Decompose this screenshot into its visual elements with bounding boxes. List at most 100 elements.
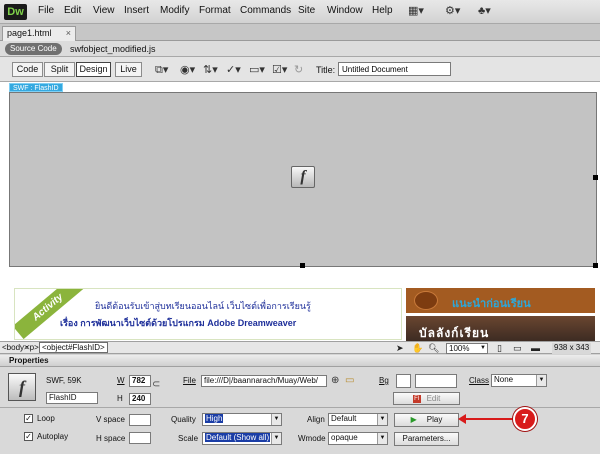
hspace-label: H space <box>96 434 126 443</box>
autoplay-checkbox[interactable]: ✓ <box>24 432 33 441</box>
vspace-label: V space <box>96 415 125 424</box>
resize-handle-right[interactable] <box>593 175 598 180</box>
loop-checkbox[interactable]: ✓ <box>24 414 33 423</box>
design-view-button[interactable]: Design <box>76 62 111 77</box>
menu-view[interactable]: View <box>93 5 115 16</box>
scale-select[interactable]: Default (Show all) ▼ <box>202 432 282 445</box>
quality-select[interactable]: High ▼ <box>202 413 282 426</box>
site-icon[interactable]: ♣▾ <box>478 4 491 17</box>
zoom-tool-icon[interactable]: 🔍︎ <box>428 343 439 354</box>
swf-type-label: SWF, 59K <box>46 376 82 385</box>
constrain-proportions-icon[interactable]: ⊂ <box>152 379 160 390</box>
menu-file[interactable]: File <box>38 5 54 16</box>
loop-label: Loop <box>37 414 55 423</box>
menu-edit[interactable]: Edit <box>64 5 81 16</box>
zoom-select[interactable]: 100% ▼ <box>446 343 488 354</box>
document-tab[interactable]: page1.html × <box>2 26 76 41</box>
chevron-down-icon: ▼ <box>536 375 546 386</box>
tag-selector-p[interactable]: <p> <box>25 343 39 353</box>
menu-commands[interactable]: Commands <box>240 5 291 16</box>
file-management-icon[interactable]: ⇅▾ <box>203 63 218 76</box>
validate-icon[interactable]: ☑▾ <box>272 63 287 76</box>
callout-line <box>461 418 513 420</box>
mobile-size-icon[interactable]: ▯ <box>497 343 502 354</box>
play-label: Play <box>426 415 443 424</box>
class-label: Class <box>469 376 490 385</box>
related-files-bar: Source Code swfobject_modified.js <box>0 41 600 57</box>
width-field[interactable]: 782 <box>129 375 151 387</box>
class-value: None <box>494 375 514 384</box>
wmode-value: opaque <box>331 433 358 442</box>
swf-tag-label[interactable]: SWF : FlashID <box>9 83 63 92</box>
properties-header[interactable]: Properties <box>0 355 600 367</box>
align-value: Default <box>331 414 357 423</box>
wmode-select[interactable]: opaque ▼ <box>328 432 388 445</box>
check-browser-icon[interactable]: ✓▾ <box>226 63 241 76</box>
align-label: Align <box>307 415 325 424</box>
related-file-link[interactable]: swfobject_modified.js <box>70 43 156 55</box>
scale-label: Scale <box>178 434 199 443</box>
select-tool-icon[interactable]: ➤ <box>396 343 404 354</box>
bg-label: Bg <box>379 376 389 385</box>
menu-format[interactable]: Format <box>199 5 231 16</box>
chevron-down-icon: ▼ <box>271 414 281 425</box>
quality-label: Quality <box>171 415 196 424</box>
window-size-readout[interactable]: 938 x 343 <box>552 343 592 354</box>
file-label: File <box>183 376 196 385</box>
gear-icon[interactable]: ⚙▾ <box>445 4 460 17</box>
edit-button[interactable]: Fl Edit <box>393 392 460 405</box>
bg-color-field[interactable] <box>415 374 457 388</box>
point-to-file-icon[interactable]: ⊕ <box>331 375 339 386</box>
desktop-size-icon[interactable]: ▬ <box>531 343 540 353</box>
browse-folder-icon[interactable]: ▭ <box>345 375 354 386</box>
chevron-down-icon: ▼ <box>377 414 387 425</box>
properties-divider <box>0 407 600 408</box>
file-path-field[interactable]: file:///D|/baannarach/Muay/Web/ <box>201 375 327 387</box>
multiscreen-icon[interactable]: ⧉▾ <box>155 63 168 77</box>
layout-icon[interactable]: ▦▾ <box>408 4 424 17</box>
chevron-down-icon: ▼ <box>480 345 486 351</box>
play-icon: ▶ <box>410 415 417 424</box>
preview-browser-icon[interactable]: ◉▾ <box>180 63 195 76</box>
source-code-button[interactable]: Source Code <box>5 43 62 55</box>
tablet-size-icon[interactable]: ▭ <box>513 343 522 354</box>
scale-value: Default (Show all) <box>205 433 271 442</box>
menu-insert[interactable]: Insert <box>124 5 149 16</box>
page-title-input[interactable] <box>338 62 451 76</box>
align-select[interactable]: Default ▼ <box>328 413 388 426</box>
bg-color-swatch[interactable] <box>396 374 411 388</box>
hand-tool-icon[interactable]: ✋ <box>412 343 423 354</box>
refresh-icon[interactable]: ↻ <box>294 63 303 76</box>
welcome-banner: Activity ยินดีต้อนรับเข้าสู่บทเรียนออนไล… <box>14 288 402 340</box>
parameters-button[interactable]: Parameters... <box>394 432 459 446</box>
chevron-down-icon: ▼ <box>377 433 387 444</box>
menu-site[interactable]: Site <box>298 5 315 16</box>
class-select[interactable]: None ▼ <box>491 374 547 387</box>
menu-help[interactable]: Help <box>372 5 393 16</box>
menu-modify[interactable]: Modify <box>160 5 189 16</box>
status-bar: <body> <p> <object#FlashID> ➤ ✋ 🔍︎ 100% … <box>0 341 600 354</box>
menu-window[interactable]: Window <box>327 5 363 16</box>
live-view-button[interactable]: Live <box>115 62 142 77</box>
intro-image: แนะนำก่อนเรียน <box>406 288 595 313</box>
code-view-button[interactable]: Code <box>12 62 43 77</box>
split-view-button[interactable]: Split <box>44 62 75 77</box>
vspace-field[interactable] <box>129 414 151 426</box>
tag-selector-object[interactable]: <object#FlashID> <box>39 342 108 353</box>
resize-handle-bottom[interactable] <box>300 263 305 268</box>
quality-value: High <box>205 414 224 423</box>
close-icon[interactable]: × <box>66 27 71 40</box>
document-tab-bar: page1.html × <box>0 24 600 41</box>
document-tab-title: page1.html <box>7 28 52 38</box>
play-button[interactable]: ▶ Play <box>394 413 459 427</box>
lesson-image: บัลลังก์เรียน <box>406 316 595 342</box>
visual-aids-icon[interactable]: ▭▾ <box>249 63 265 76</box>
flash-id-field[interactable]: FlashID <box>46 392 98 404</box>
fireworks-icon: Fl <box>412 394 421 403</box>
height-field[interactable]: 240 <box>129 393 151 405</box>
edit-label: Edit <box>426 394 441 403</box>
intro-image-circle <box>414 291 438 310</box>
resize-handle-corner[interactable] <box>593 263 598 268</box>
hspace-field[interactable] <box>129 432 151 444</box>
height-label: H <box>117 394 123 403</box>
